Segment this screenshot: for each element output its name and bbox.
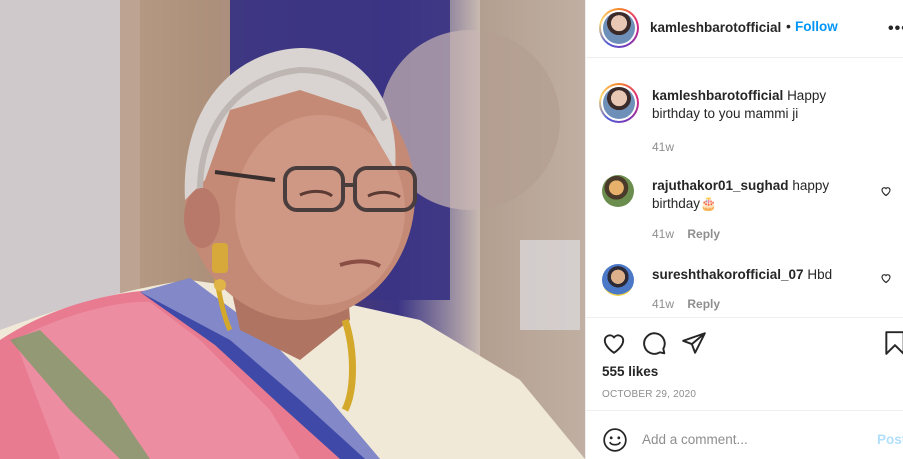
commenter-username[interactable]: rajuthakor01_sughad — [652, 178, 789, 193]
comment-meta: 41w Reply — [652, 297, 720, 311]
heart-icon[interactable] — [601, 330, 627, 356]
emoji-icon[interactable] — [602, 427, 628, 453]
caption-avatar[interactable] — [599, 83, 639, 123]
commenter-avatar[interactable] — [602, 175, 634, 207]
header-separator: • — [786, 18, 791, 34]
post-side-panel: kamleshbarotofficial • Follow ••• kamles… — [585, 0, 903, 459]
comment-text-block: sureshthakorofficial_07 Hbd — [652, 266, 874, 284]
share-icon[interactable] — [681, 330, 707, 356]
comment-time[interactable]: 41w — [652, 227, 674, 241]
more-options-icon[interactable]: ••• — [888, 20, 903, 38]
caption-time[interactable]: 41w — [652, 140, 674, 154]
post-header: kamleshbarotofficial • Follow ••• — [586, 0, 903, 58]
author-username[interactable]: kamleshbarotofficial — [650, 20, 781, 35]
reply-button[interactable]: Reply — [687, 227, 720, 241]
comment-time[interactable]: 41w — [652, 297, 674, 311]
comment-text: Hbd — [807, 267, 833, 282]
caption-username[interactable]: kamleshbarotofficial — [652, 88, 783, 103]
comment-icon[interactable] — [641, 330, 667, 356]
comments-section[interactable]: kamleshbarotofficial Happy birthday to y… — [586, 59, 903, 317]
follow-button[interactable]: Follow — [795, 19, 838, 34]
comment-like-icon[interactable] — [880, 272, 892, 284]
post-photo-illustration — [0, 0, 585, 459]
reply-button[interactable]: Reply — [687, 297, 720, 311]
comment-input[interactable] — [642, 427, 862, 451]
bookmark-icon[interactable] — [882, 330, 903, 356]
caption-meta: 41w — [652, 140, 674, 154]
likes-count[interactable]: 555 likes — [602, 364, 658, 379]
commenter-username[interactable]: sureshthakorofficial_07 — [652, 267, 804, 282]
post-comment-button[interactable]: Post — [877, 432, 903, 447]
add-comment-bar: Post — [586, 410, 903, 459]
comment-like-icon[interactable] — [880, 185, 892, 197]
commenter-avatar[interactable] — [602, 264, 634, 296]
caption-text-block: kamleshbarotofficial Happy birthday to y… — [652, 87, 874, 123]
post-photo[interactable] — [0, 0, 585, 459]
comment-text-block: rajuthakor01_sughad happy birthday🎂 — [652, 177, 874, 213]
post-date[interactable]: OCTOBER 29, 2020 — [602, 389, 696, 400]
comment-meta: 41w Reply — [652, 227, 720, 241]
author-avatar[interactable] — [599, 8, 639, 48]
